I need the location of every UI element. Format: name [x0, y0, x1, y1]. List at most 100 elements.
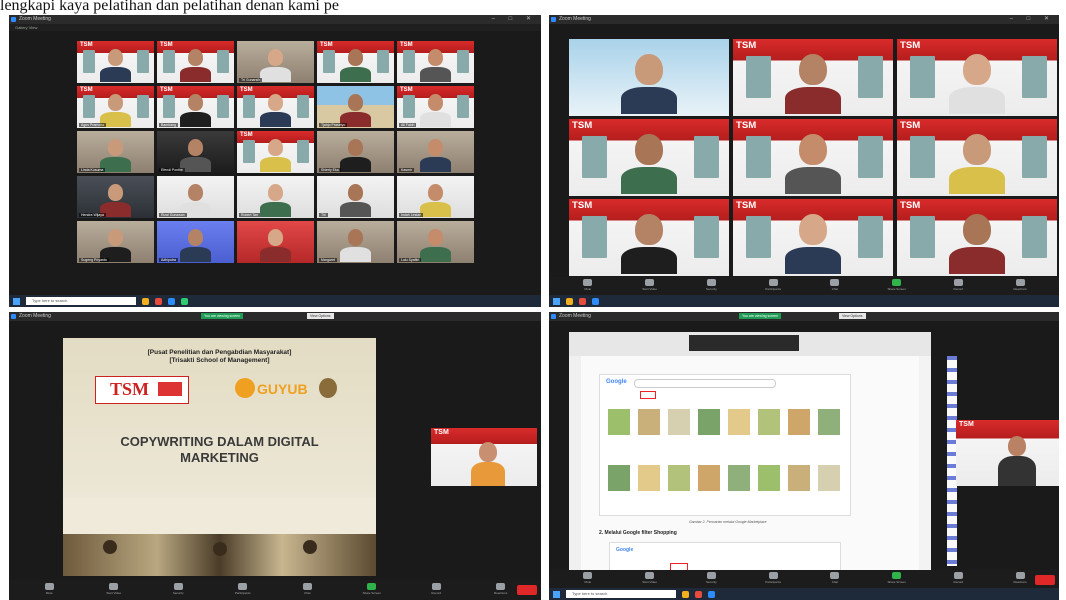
participant-tile[interactable]: Adhiputra	[157, 221, 234, 263]
control-security[interactable]: Security	[167, 583, 189, 597]
product-thumbnail[interactable]	[788, 465, 810, 491]
participant-tile[interactable]: TSM	[569, 199, 729, 276]
control-start-video[interactable]: Start Video	[639, 279, 661, 293]
participant-tile[interactable]: TSM Ali Fakih	[397, 86, 474, 128]
participant-tile[interactable]: Shierly Eka	[317, 131, 394, 173]
participant-tile[interactable]: Sugeng Priyanto	[77, 221, 154, 263]
windows-start-icon[interactable]	[553, 590, 560, 598]
participant-tile[interactable]: Hendra Wijaya	[77, 176, 154, 218]
view-options-button[interactable]: View Options	[307, 313, 334, 319]
control-chat[interactable]: Chat	[824, 572, 846, 586]
product-thumbnail[interactable]	[608, 465, 630, 491]
file-explorer-icon[interactable]	[142, 297, 149, 305]
product-thumbnail[interactable]	[788, 409, 810, 435]
sharing-status-badge[interactable]: You are viewing screen	[739, 313, 782, 319]
participant-tile[interactable]: TSM	[897, 119, 1057, 196]
window-controls[interactable]: – □ ✕	[492, 15, 537, 24]
chrome-icon[interactable]	[579, 297, 586, 305]
sharing-status-badge[interactable]: You are viewing screen	[201, 313, 244, 319]
control-share-screen[interactable]: Share Screen	[886, 572, 908, 586]
participant-tile[interactable]: TSM	[897, 39, 1057, 116]
participant-tile[interactable]: TSM	[733, 199, 893, 276]
participant-tile[interactable]: Titi	[317, 176, 394, 218]
control-reactions[interactable]: Reactions	[490, 583, 512, 597]
control-security[interactable]: Security	[700, 279, 722, 293]
product-thumbnail[interactable]	[818, 409, 840, 435]
participant-tile[interactable]: Indah Lestari	[397, 176, 474, 218]
participant-tile[interactable]: Tjahjo Prasetyo	[317, 86, 394, 128]
participant-tile[interactable]: TSM	[733, 119, 893, 196]
participant-tile[interactable]: Linda Kusuma	[77, 131, 154, 173]
participant-tile[interactable]: TSM	[397, 41, 474, 83]
control-start-video[interactable]: Start Video	[639, 572, 661, 586]
control-record[interactable]: Record	[947, 279, 969, 293]
participant-tile[interactable]: Kasmir	[397, 131, 474, 173]
participant-tile[interactable]: TSM	[157, 41, 234, 83]
zoom-taskbar-icon[interactable]	[592, 297, 599, 305]
participant-tile[interactable]: Tri Gunarsih	[237, 41, 314, 83]
product-thumbnail[interactable]	[728, 409, 750, 435]
participant-tile[interactable]: TSM	[317, 41, 394, 83]
zoom-share-toolbar[interactable]	[689, 335, 799, 351]
product-thumbnail[interactable]	[758, 465, 780, 491]
participant-tile[interactable]: TSM	[897, 199, 1057, 276]
windows-start-icon[interactable]	[553, 297, 560, 305]
participant-tile[interactable]: TSM	[237, 86, 314, 128]
product-thumbnail[interactable]	[698, 465, 720, 491]
product-thumbnail[interactable]	[698, 409, 720, 435]
active-speaker-thumbnail[interactable]: TSM	[956, 420, 1059, 486]
control-start-video[interactable]: Start Video	[103, 583, 125, 597]
control-security[interactable]: Security	[700, 572, 722, 586]
control-record[interactable]: Record	[425, 583, 447, 597]
product-thumbnail[interactable]	[758, 409, 780, 435]
window-controls[interactable]: – □ ✕	[1010, 15, 1055, 24]
control-mute[interactable]: Mute	[577, 572, 599, 586]
product-thumbnail[interactable]	[608, 409, 630, 435]
participant-tile[interactable]: Lulu Syafitri	[397, 221, 474, 263]
product-thumbnail[interactable]	[668, 409, 690, 435]
product-thumbnail[interactable]	[668, 465, 690, 491]
participant-tile[interactable]: TSM	[733, 39, 893, 116]
control-share-screen[interactable]: Share Screen	[361, 583, 383, 597]
participant-tile[interactable]: TSM Agus Pramono	[77, 86, 154, 128]
zoom-taskbar-icon[interactable]	[708, 590, 715, 598]
participant-tile[interactable]	[569, 39, 729, 116]
view-options-button[interactable]: View Options	[839, 313, 866, 319]
chrome-icon[interactable]	[695, 590, 702, 598]
control-reactions[interactable]: Reactions	[1009, 572, 1031, 586]
file-explorer-icon[interactable]	[682, 590, 689, 598]
taskbar-search-input[interactable]: Type here to search	[26, 297, 136, 305]
control-chat[interactable]: Chat	[296, 583, 318, 597]
control-share-screen[interactable]: Share Screen	[886, 279, 908, 293]
windows-start-icon[interactable]	[13, 297, 20, 305]
active-speaker-thumbnail[interactable]: TSM	[431, 428, 537, 486]
participant-tile[interactable]: TSM	[237, 131, 314, 173]
product-thumbnail[interactable]	[818, 465, 840, 491]
leave-button[interactable]	[1035, 575, 1055, 585]
taskbar-search-input[interactable]: Type here to search	[566, 590, 676, 598]
product-thumbnail[interactable]	[728, 465, 750, 491]
control-reactions[interactable]: Reactions	[1009, 279, 1031, 293]
zoom-taskbar-icon[interactable]	[168, 297, 175, 305]
participant-tile[interactable]: Rizal Gunawan	[157, 176, 234, 218]
control-chat[interactable]: Chat	[824, 279, 846, 293]
leave-button[interactable]	[517, 585, 537, 595]
view-bar[interactable]: Gallery View	[9, 24, 541, 31]
control-record[interactable]: Record	[947, 572, 969, 586]
control-participants[interactable]: Participants	[762, 279, 784, 293]
control-participants[interactable]: Participants	[762, 572, 784, 586]
product-thumbnail[interactable]	[638, 409, 660, 435]
file-explorer-icon[interactable]	[566, 297, 573, 305]
control-mute[interactable]: Mute	[38, 583, 60, 597]
participant-tile[interactable]: Margaret	[317, 221, 394, 263]
app-icon[interactable]	[181, 297, 188, 305]
participant-tile[interactable]: TSM	[569, 119, 729, 196]
participant-tile[interactable]	[237, 221, 314, 263]
participant-tile[interactable]: Efendi Ponthe	[157, 131, 234, 173]
participant-tile[interactable]: Robert Tan	[237, 176, 314, 218]
product-thumbnail[interactable]	[638, 465, 660, 491]
participant-tile[interactable]: TSM Bambang	[157, 86, 234, 128]
chrome-icon[interactable]	[155, 297, 162, 305]
control-participants[interactable]: Participants	[232, 583, 254, 597]
participant-tile[interactable]: TSM	[77, 41, 154, 83]
